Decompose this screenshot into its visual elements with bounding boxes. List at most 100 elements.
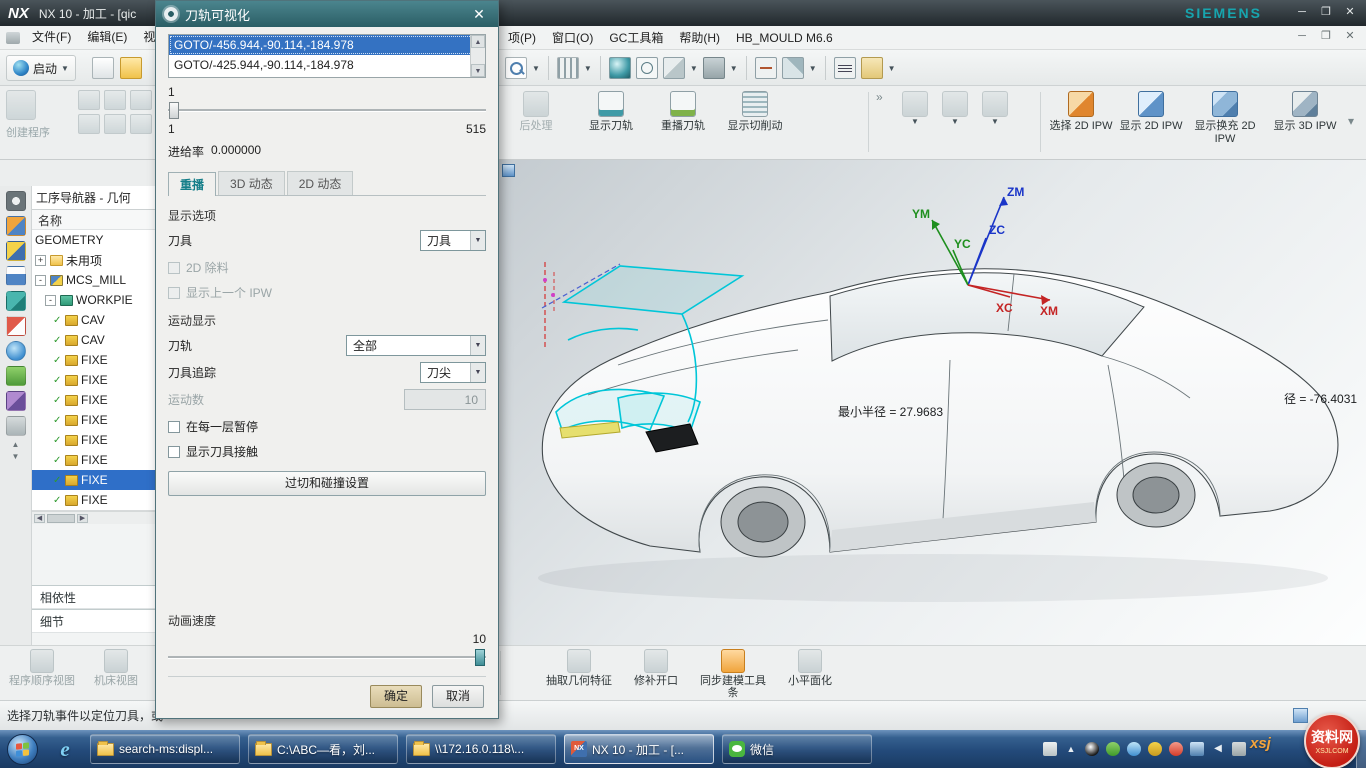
verify-toolpath-icon[interactable]: [130, 114, 152, 134]
reuse-library-icon[interactable]: [6, 416, 26, 436]
security-tray-icon[interactable]: [1148, 742, 1162, 756]
tree-row[interactable]: CAV: [32, 310, 159, 330]
synchronous-modeling-button[interactable]: 同步建模工具条: [699, 649, 767, 699]
new-file-icon[interactable]: [92, 57, 114, 79]
menu-help[interactable]: 帮助(H): [671, 27, 728, 50]
chevron-down-icon[interactable]: [532, 64, 540, 73]
gouge-collision-settings-button[interactable]: 过切和碰撞设置: [168, 471, 486, 496]
keyboard-tray-icon[interactable]: [1043, 742, 1057, 756]
slider-track[interactable]: [168, 109, 486, 112]
measure-icon[interactable]: [834, 57, 856, 79]
move-object-icon[interactable]: [755, 57, 777, 79]
select-2d-ipw-button[interactable]: 选择 2D IPW: [1048, 91, 1114, 133]
scroll-left-icon[interactable]: ◀: [34, 514, 45, 523]
windows-start-button[interactable]: [7, 734, 38, 765]
generate-toolpath-icon[interactable]: [104, 114, 126, 134]
chevron-down-icon[interactable]: [470, 336, 485, 355]
checkbox-2d-removal[interactable]: 2D 除料: [168, 259, 486, 276]
tree-row-selected[interactable]: FIXE: [32, 470, 159, 490]
view-cube-icon[interactable]: [663, 57, 685, 79]
show-3d-ipw-button[interactable]: 显示 3D IPW: [1272, 91, 1338, 133]
roles-gear-icon[interactable]: [6, 191, 26, 211]
goto-row-selected[interactable]: GOTO/-456.944,-90.114,-184.978: [169, 35, 485, 55]
maximize-icon[interactable]: [1316, 5, 1336, 21]
mill-area-button[interactable]: [980, 91, 1010, 126]
checkbox-icon[interactable]: [168, 262, 180, 274]
history-icon[interactable]: [6, 366, 26, 386]
toolpath-dropdown[interactable]: 全部: [346, 335, 486, 356]
machine-tool-view-button[interactable]: 机床视图: [82, 649, 150, 687]
strip-down-icon[interactable]: ▼: [10, 453, 22, 461]
menu-preferences[interactable]: 项(P): [500, 27, 544, 50]
tool-trace-dropdown[interactable]: 刀尖: [420, 362, 486, 383]
checkbox-icon[interactable]: [168, 421, 180, 433]
goto-event-list[interactable]: GOTO/-456.944,-90.114,-184.978 GOTO/-425…: [168, 34, 486, 78]
create-operation-icon[interactable]: [78, 114, 100, 134]
strip-up-icon[interactable]: ▲: [10, 441, 22, 449]
cloud-tray-icon[interactable]: [1127, 742, 1141, 756]
shaded-view-icon[interactable]: [609, 57, 631, 79]
checkbox-icon[interactable]: [168, 287, 180, 299]
taskbar-item-nx[interactable]: NX NX 10 - 加工 - [...: [564, 734, 714, 764]
operation-navigator-icon[interactable]: [6, 291, 26, 311]
extract-geometry-button[interactable]: 抽取几何特征: [545, 649, 613, 687]
tree-row[interactable]: FIXE: [32, 390, 159, 410]
chevron-down-icon[interactable]: [470, 231, 485, 250]
web-browser-icon[interactable]: [6, 341, 26, 361]
ribbon-expander-icon[interactable]: »: [876, 90, 883, 104]
motion-count-input[interactable]: 10: [404, 389, 486, 410]
process-studio-icon[interactable]: [6, 391, 26, 411]
checkbox-show-tool-contact[interactable]: 显示刀具接触: [168, 443, 486, 460]
cancel-button[interactable]: 取消: [432, 685, 484, 708]
mdi-restore-icon[interactable]: [1316, 29, 1336, 45]
tree-row[interactable]: FIXE: [32, 350, 159, 370]
dialog-close-icon[interactable]: [468, 6, 490, 23]
messenger-tray-icon[interactable]: [1106, 742, 1120, 756]
internet-explorer-button[interactable]: e: [46, 734, 84, 764]
show-fill-2d-ipw-button[interactable]: 显示换充 2D IPW: [1188, 91, 1262, 146]
program-order-view-button[interactable]: 程序顺序视图: [8, 649, 76, 687]
checkbox-pause-each-level[interactable]: 在每一层暂停: [168, 418, 486, 435]
ok-button[interactable]: 确定: [370, 685, 422, 708]
scroll-right-icon[interactable]: ▶: [77, 514, 88, 523]
network-tray-icon[interactable]: [1190, 742, 1204, 756]
show-2d-ipw-button[interactable]: 显示 2D IPW: [1118, 91, 1184, 133]
close-icon[interactable]: [1340, 5, 1360, 21]
menu-hb-mould[interactable]: HB_MOULD M6.6: [728, 27, 841, 50]
menu-window[interactable]: 窗口(O): [544, 27, 601, 50]
list-scrollbar[interactable]: [470, 35, 485, 77]
scroll-up-icon[interactable]: [471, 35, 485, 48]
language-tray-icon[interactable]: [1232, 742, 1246, 756]
mdi-close-icon[interactable]: [1340, 29, 1360, 45]
animation-speed-slider[interactable]: [168, 649, 486, 666]
dialog-titlebar[interactable]: 刀轨可视化: [156, 1, 498, 27]
ribbon-options-icon[interactable]: [6, 32, 20, 44]
slider-handle[interactable]: [475, 649, 485, 666]
wireframe-view-icon[interactable]: [636, 57, 658, 79]
expander-icon[interactable]: -: [45, 295, 56, 306]
assembly-navigator-icon[interactable]: [6, 216, 26, 236]
tree-row[interactable]: FIXE: [32, 450, 159, 470]
tree-row[interactable]: + 未用项: [32, 250, 159, 270]
part-navigator-icon[interactable]: [6, 266, 26, 286]
tab-replay[interactable]: 重播: [168, 172, 216, 196]
facet-body-button[interactable]: 小平面化: [776, 649, 844, 687]
snap-grid-icon[interactable]: [557, 57, 579, 79]
dependencies-panel[interactable]: 相依性: [32, 585, 159, 609]
postprocess-button[interactable]: 后处理: [503, 91, 569, 133]
checkbox-icon[interactable]: [168, 446, 180, 458]
goto-row[interactable]: GOTO/-425.944,-90.114,-184.978: [169, 55, 485, 75]
taskbar-item-abc-folder[interactable]: C:\ABC—看，刘...: [248, 734, 398, 764]
tab-3d-dynamic[interactable]: 3D 动态: [218, 171, 285, 195]
name-column-header[interactable]: 名称: [32, 210, 159, 230]
open-file-icon[interactable]: [120, 57, 142, 79]
replay-toolpath-button[interactable]: 重播刀轨: [650, 91, 716, 133]
scrollbar-thumb[interactable]: [47, 514, 75, 523]
menu-file[interactable]: 文件(F): [24, 26, 79, 49]
show-cut-motion-button[interactable]: 显示切削动: [722, 91, 788, 133]
checkbox-show-last-ipw[interactable]: 显示上一个 IPW: [168, 284, 486, 301]
mdi-minimize-icon[interactable]: [1292, 29, 1312, 45]
create-method-icon[interactable]: [130, 90, 152, 110]
chevron-down-icon[interactable]: [470, 363, 485, 382]
chevron-down-icon[interactable]: [690, 64, 698, 73]
